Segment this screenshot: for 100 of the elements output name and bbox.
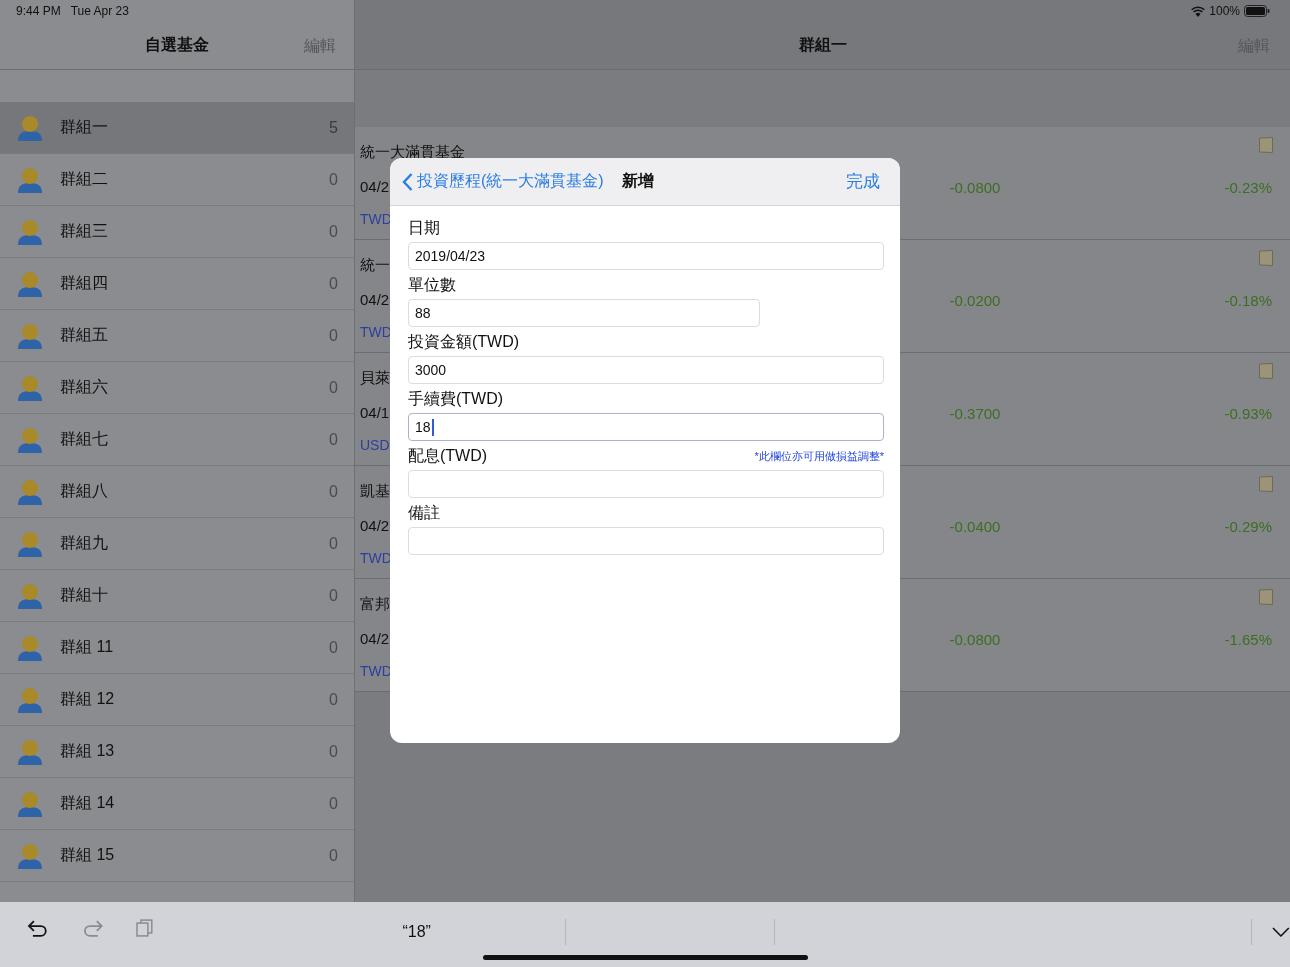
group-row[interactable]: 群組五 0 [0,310,354,362]
group-count: 0 [329,378,338,397]
group-count: 0 [329,326,338,345]
group-name: 群組六 [60,377,109,397]
fund-name: 凱基 [360,482,390,500]
group-row[interactable]: 群組 13 0 [0,726,354,778]
group-name: 群組四 [60,273,109,293]
battery-icon [1244,5,1270,17]
dialog-title: 新增 [621,171,655,191]
input-field[interactable]: 3000 [408,356,884,384]
note-icon [1259,476,1273,492]
person-icon [16,737,44,766]
field-label: 日期 [408,217,440,238]
field-label: 備註 [408,502,440,523]
group-row[interactable]: 群組七 0 [0,414,354,466]
group-name: 群組 12 [60,689,116,709]
fund-change: -0.0400 [948,517,1002,537]
redo-icon[interactable] [81,919,104,937]
person-icon [16,321,44,350]
field-label: 投資金額(TWD) [408,331,520,352]
group-name: 群組一 [60,117,109,137]
fund-date: 04/2 [360,291,390,308]
undo-icon[interactable] [27,919,49,937]
fund-date: 04/1 [360,404,390,421]
group-name: 群組 13 [60,741,116,761]
input-field[interactable] [408,527,884,555]
person-icon [16,841,44,870]
group-row[interactable]: 群組八 0 [0,466,354,518]
fund-name: 富邦 [360,595,390,613]
group-row[interactable]: 群組九 0 [0,518,354,570]
group-count: 0 [329,170,338,189]
status-time: 9:44 PM [16,4,61,18]
person-icon [16,581,44,610]
fund-change: -0.0800 [948,630,1002,650]
fund-percent: -0.29% [1224,518,1272,535]
fund-date: 04/2 [360,630,390,647]
input-field[interactable]: 2019/04/23 [408,242,884,270]
back-chevron-icon [402,172,413,191]
suggestion-button[interactable]: “18” [174,922,566,942]
group-count: 0 [329,430,338,449]
input-field[interactable]: 18 [408,413,884,441]
group-name: 群組九 [60,533,109,553]
group-row[interactable]: 群組四 0 [0,258,354,310]
fund-percent: -0.18% [1224,292,1272,309]
input-field[interactable]: 88 [408,299,760,327]
back-button[interactable]: 投資歷程(統一大滿貫基金) [402,171,604,192]
fund-percent: -0.93% [1224,405,1272,422]
field-label: 單位數 [408,274,456,295]
group-count: 5 [329,118,338,137]
note-icon [1259,137,1273,153]
field-note: *此欄位亦可用做損益調整* [754,448,884,464]
chevron-down-icon[interactable] [1272,927,1290,937]
person-icon [16,425,44,454]
group-count: 0 [329,586,338,605]
group-row[interactable]: 群組十 0 [0,570,354,622]
field-label: 手續費(TWD) [408,388,504,409]
person-icon [16,633,44,662]
group-count: 0 [329,482,338,501]
group-name: 群組八 [60,481,109,501]
person-icon [16,165,44,194]
person-icon [16,477,44,506]
person-icon [16,373,44,402]
fund-currency: USD [360,437,390,453]
group-row[interactable]: 群組 12 0 [0,674,354,726]
fund-date: 04/2 [360,178,390,195]
paste-icon[interactable] [136,919,155,937]
group-row[interactable]: 群組二 0 [0,154,354,206]
group-row[interactable]: 群組六 0 [0,362,354,414]
group-name: 群組 15 [60,845,116,865]
group-count: 0 [329,274,338,293]
group-row[interactable]: 群組三 0 [0,206,354,258]
group-name: 群組十 [60,585,109,605]
group-count: 0 [329,222,338,241]
person-icon [16,529,44,558]
group-row[interactable]: 群組 11 0 [0,622,354,674]
group-row[interactable]: 群組 14 0 [0,778,354,830]
group-name: 群組二 [60,169,109,189]
note-icon [1259,250,1273,266]
person-icon [16,217,44,246]
fund-name: 統一 [360,256,390,274]
group-count: 0 [329,534,338,553]
group-count: 0 [329,742,338,761]
battery-percent: 100% [1209,4,1240,18]
person-icon [16,789,44,818]
field-label: 配息(TWD) [408,445,488,466]
fund-date: 04/2 [360,517,390,534]
group-name: 群組七 [60,429,109,449]
input-field[interactable] [408,470,884,498]
fund-change: -0.0200 [948,291,1002,311]
done-button[interactable]: 完成 [846,170,880,193]
group-name: 群組三 [60,221,109,241]
group-row[interactable]: 群組一 5 [0,102,354,154]
person-icon [16,269,44,298]
fund-name: 貝萊 [360,369,390,387]
person-icon [16,685,44,714]
group-name: 群組 11 [60,637,115,657]
note-icon [1259,589,1273,605]
group-row[interactable]: 群組 15 0 [0,830,354,882]
fund-percent: -1.65% [1224,631,1272,648]
group-title: 群組一 [798,35,847,55]
